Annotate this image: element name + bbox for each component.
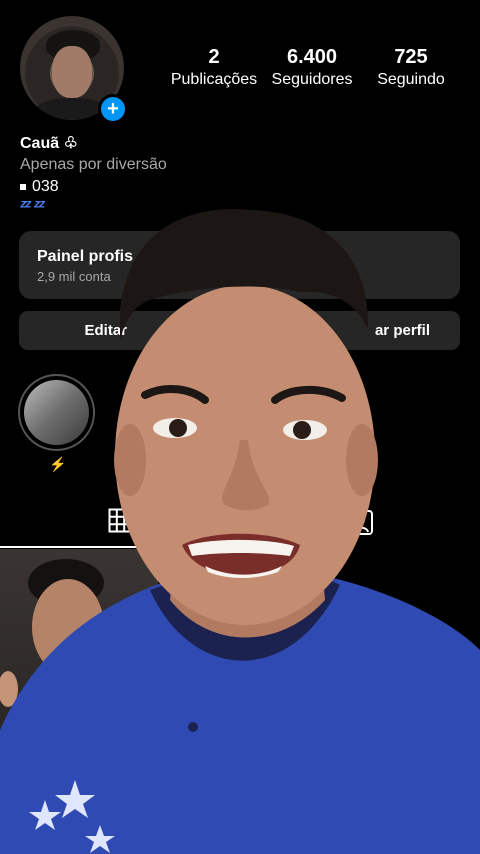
sleep-emoji: ᶻᶻ ᶻᶻ bbox=[20, 196, 45, 216]
highlight-cover bbox=[24, 380, 89, 445]
stat-posts[interactable]: 2 Publicações bbox=[166, 46, 262, 89]
stat-posts-value: 2 bbox=[208, 46, 220, 68]
grid-icon[interactable] bbox=[108, 508, 133, 533]
stat-following[interactable]: 725 Seguindo bbox=[363, 46, 459, 89]
post-image bbox=[0, 559, 130, 854]
stat-following-label: Seguindo bbox=[377, 71, 445, 88]
edit-profile-label: Editar bbox=[84, 322, 127, 339]
profile-bio: Apenas por diversão bbox=[20, 156, 167, 173]
tagged-user-icon[interactable] bbox=[346, 508, 374, 536]
share-profile-button[interactable]: ar perfil bbox=[245, 311, 460, 350]
stat-followers-label: Seguidores bbox=[271, 71, 353, 88]
stat-followers-value: 6.400 bbox=[286, 46, 338, 68]
stat-followers[interactable]: 6.400 Seguidores bbox=[264, 46, 360, 89]
profile-bio-line2: 038 bbox=[20, 178, 59, 196]
dashboard-title: Painel profis bbox=[37, 248, 134, 265]
profile-name: Cauã ♧ bbox=[20, 135, 78, 152]
post-thumbnail[interactable] bbox=[0, 549, 158, 854]
square-icon bbox=[20, 183, 26, 190]
professional-dashboard[interactable]: Painel profis 2,9 mil conta bbox=[19, 231, 460, 299]
share-profile-label: ar perfil bbox=[374, 322, 430, 339]
story-highlight[interactable] bbox=[18, 374, 95, 451]
dashboard-subtitle: 2,9 mil conta bbox=[37, 269, 111, 284]
plus-icon[interactable]: + bbox=[98, 94, 128, 124]
stat-posts-label: Publicações bbox=[170, 71, 258, 88]
stat-following-value: 725 bbox=[394, 46, 428, 68]
active-tab-indicator bbox=[0, 546, 160, 548]
profile-avatar[interactable]: + bbox=[20, 16, 128, 124]
edit-profile-button[interactable]: Editar bbox=[19, 311, 235, 350]
lightning-icon: ⚡ bbox=[49, 456, 67, 472]
bio-code: 038 bbox=[32, 178, 59, 195]
